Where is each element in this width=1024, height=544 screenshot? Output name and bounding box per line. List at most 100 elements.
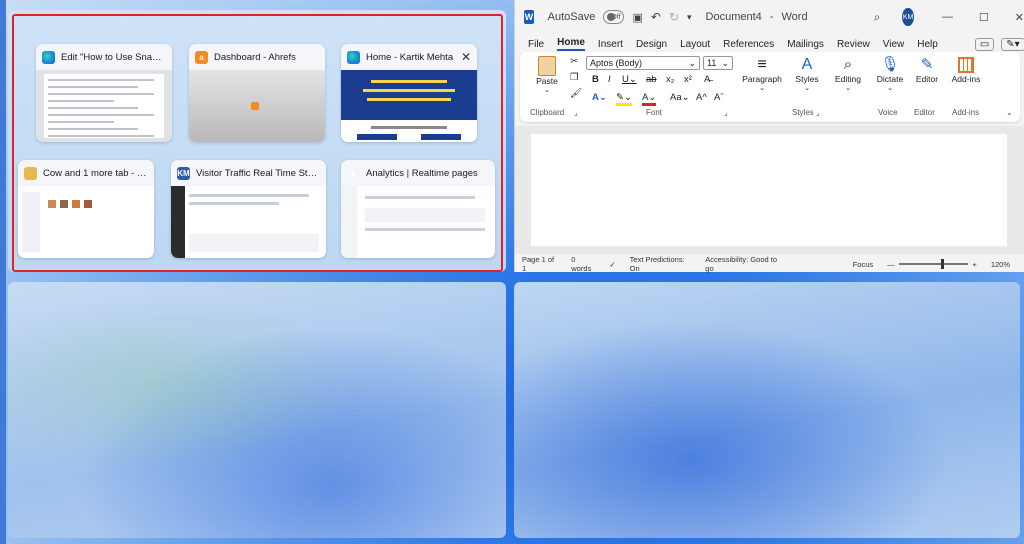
grow-font-icon[interactable]: A^ (696, 92, 707, 103)
format-painter-icon[interactable]: 🖌 (570, 88, 582, 99)
word-icon: W (524, 10, 534, 24)
clipboard-icon (538, 56, 556, 76)
tab-design[interactable]: Design (636, 39, 667, 50)
tile-thumbnail (189, 70, 325, 142)
shrink-font-icon[interactable]: Aˇ (714, 92, 724, 103)
snap-tile-ahrefs-dashboard[interactable]: a Dashboard - Ahrefs (189, 44, 325, 142)
copy-icon[interactable]: ❐ (570, 72, 579, 83)
dictate-button[interactable]: 🎙 Dictate ⌄ (872, 56, 908, 92)
tab-references[interactable]: References (723, 39, 774, 50)
tab-insert[interactable]: Insert (598, 39, 623, 50)
microphone-icon: 🎙 (880, 56, 900, 73)
paragraph-icon: ≡ (757, 56, 767, 73)
font-name-box[interactable]: Aptos (Body) ⌄ (586, 56, 700, 70)
snap-zone-bottom-left[interactable] (8, 282, 506, 538)
app-name: Word (781, 11, 808, 23)
tile-thumbnail (18, 186, 154, 258)
dialog-launcher-icon[interactable]: ⌟ (574, 108, 578, 117)
analytics-icon: ▮ (351, 168, 356, 178)
strikethrough-icon[interactable]: ab (646, 74, 657, 85)
change-case-icon[interactable]: Aa⌄ (670, 92, 690, 103)
desktop-edge (0, 0, 6, 544)
snap-tile-kartik-mehta-home[interactable]: Home - Kartik Mehta ✕ (341, 44, 477, 142)
tab-view[interactable]: View (883, 39, 905, 50)
snap-zone-bottom-right[interactable] (514, 282, 1020, 538)
text-predictions[interactable]: Text Predictions: On (630, 255, 692, 273)
styles-group-label: Styles (792, 108, 814, 117)
editor-button[interactable]: ✎ Editor (910, 56, 944, 84)
maximize-icon[interactable]: ☐ (979, 11, 989, 24)
tab-review[interactable]: Review (837, 39, 870, 50)
paste-button[interactable]: Paste ⌄ (532, 56, 562, 94)
cut-icon[interactable]: ✂ (570, 56, 578, 67)
proofing-icon[interactable]: ✓ (609, 260, 615, 269)
editor-group-label: Editor (914, 108, 935, 117)
snap-tile-analytics-realtime[interactable]: ▮ Analytics | Realtime pages (341, 160, 495, 258)
underline-icon[interactable]: U⌄ (622, 74, 637, 85)
editor-icon: ✎ (920, 56, 934, 73)
styles-button[interactable]: A Styles ⌄ (792, 56, 822, 92)
editing-button[interactable]: ⌕ Editing ⌄ (828, 56, 868, 92)
edge-icon (347, 50, 360, 64)
editing-mode-icon[interactable]: ✎▾ (1001, 37, 1024, 51)
close-icon[interactable]: ✕ (1015, 11, 1024, 24)
word-count[interactable]: 0 words (571, 255, 595, 273)
undo-icon[interactable]: ↶ (651, 10, 661, 24)
bold-icon[interactable]: B (592, 74, 599, 85)
snap-tile-edit-snap-layouts[interactable]: Edit "How to Use Snap Lay... (36, 44, 172, 142)
ribbon-tabs: File Home Insert Design Layout Reference… (515, 34, 1024, 54)
minimize-icon[interactable]: — (942, 11, 953, 23)
avatar[interactable]: KM (902, 8, 914, 26)
ahrefs-icon: a (195, 50, 208, 64)
italic-icon[interactable]: I (608, 74, 611, 85)
search-icon[interactable]: ⌕ (874, 10, 881, 25)
tab-layout[interactable]: Layout (680, 39, 710, 50)
font-color-icon[interactable]: A⌄ (642, 92, 657, 106)
font-group-label: Font (646, 108, 663, 117)
collapse-ribbon-icon[interactable]: ⌄ (1006, 108, 1013, 117)
save-icon[interactable]: ▣ (632, 11, 642, 24)
customize-toolbar-icon[interactable]: ▾ (687, 12, 692, 23)
font-size-box[interactable]: 11 ⌄ (703, 56, 733, 70)
comments-icon[interactable]: ▭ (974, 37, 995, 51)
tab-file[interactable]: File (528, 39, 544, 50)
dialog-launcher-icon[interactable]: ⌟ (724, 108, 728, 117)
snap-tile-file-explorer[interactable]: Cow and 1 more tab - File E... (18, 160, 154, 258)
file-explorer-icon (24, 166, 37, 180)
zoom-out-icon[interactable]: — (887, 260, 895, 269)
find-icon: ⌕ (843, 56, 853, 73)
tile-thumbnail (171, 186, 326, 258)
add-ins-group-label: Add-ins (952, 108, 980, 117)
clear-formatting-icon[interactable]: A̶ (704, 74, 710, 85)
title-bar: W AutoSave Off ▣ ↶ ↻ ▾ Document4 - Word … (524, 8, 1024, 26)
dialog-launcher-icon[interactable]: ⌟ (816, 108, 820, 117)
tile-thumbnail (341, 70, 477, 142)
tab-help[interactable]: Help (917, 39, 938, 50)
styles-icon: A (801, 56, 813, 73)
autosave-label: AutoSave (547, 11, 596, 23)
paragraph-button[interactable]: ≡ Paragraph ⌄ (740, 56, 784, 92)
zoom-level[interactable]: 120% (991, 260, 1010, 269)
edge-icon (42, 50, 55, 64)
highlight-icon[interactable]: ✎⌄ (616, 92, 632, 106)
autosave-toggle[interactable]: Off (603, 10, 625, 24)
add-ins-icon (958, 57, 974, 73)
text-effects-icon[interactable]: A⌄ (592, 92, 607, 103)
accessibility-status[interactable]: Accessibility: Good to go (705, 255, 780, 273)
tab-mailings[interactable]: Mailings (787, 39, 824, 50)
clipboard-group-label: Clipboard (530, 108, 565, 117)
subscript-icon[interactable]: x₂ (666, 74, 674, 85)
snap-tile-visitor-traffic[interactable]: KMVisitor Traffic Real Time Statistic... (171, 160, 326, 258)
zoom-slider[interactable] (898, 259, 969, 269)
close-icon[interactable]: ✕ (461, 50, 471, 64)
km-icon: KM (177, 166, 190, 180)
ribbon: Paste ⌄ ✂ ❐ 🖌 Clipboard ⌟ Aptos (Body) ⌄ … (520, 52, 1020, 122)
superscript-icon[interactable]: x² (684, 74, 692, 85)
document-page[interactable] (531, 134, 1007, 246)
add-ins-button[interactable]: Add-ins (948, 56, 984, 84)
zoom-in-icon[interactable]: + (972, 260, 976, 269)
focus-button[interactable]: Focus (853, 260, 873, 269)
page-count[interactable]: Page 1 of 1 (522, 255, 557, 273)
redo-icon[interactable]: ↻ (669, 10, 679, 24)
tab-home[interactable]: Home (557, 37, 585, 51)
